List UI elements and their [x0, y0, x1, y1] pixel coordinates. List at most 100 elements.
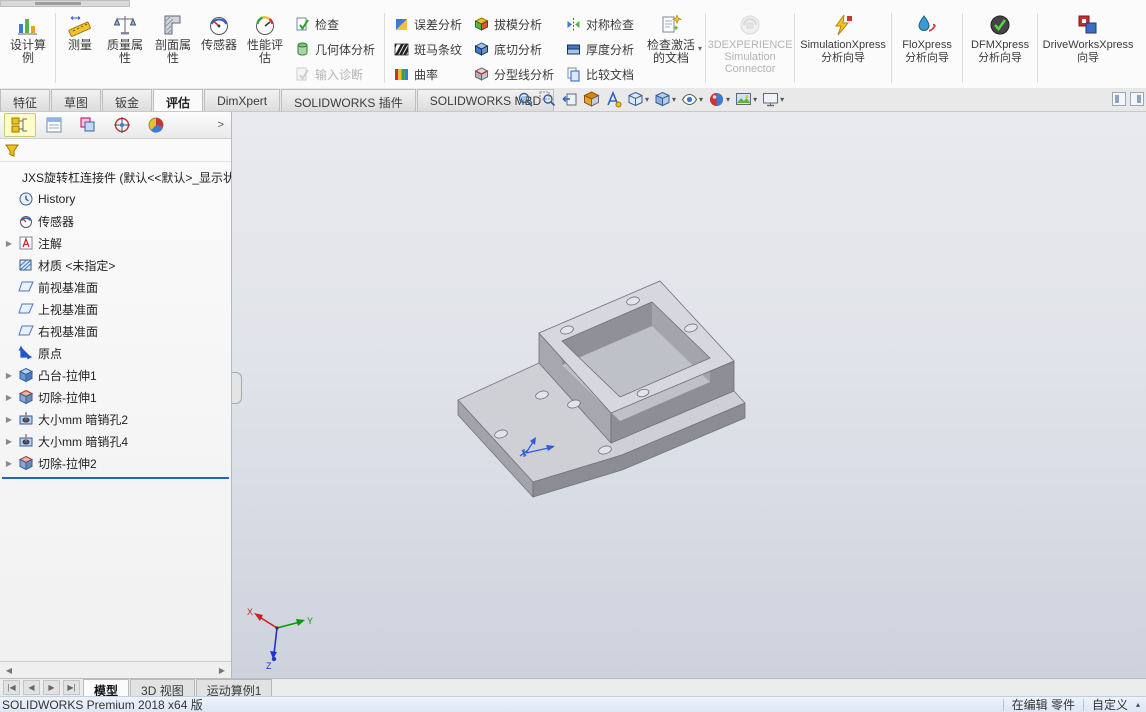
- check-button[interactable]: 检查: [291, 12, 379, 36]
- tree-item-hole-wizard4[interactable]: ▶ 大小mm 暗销孔4: [0, 430, 231, 452]
- caret-down-icon: ▾: [753, 95, 758, 104]
- part-3d-model[interactable]: [457, 280, 746, 498]
- expand-arrow-icon[interactable]: ▶: [4, 239, 14, 248]
- sensor-button[interactable]: 传感器: [197, 9, 241, 54]
- tree-item-cut-extrude2[interactable]: ▶ 切除-拉伸2: [0, 452, 231, 474]
- expand-left-pane-icon[interactable]: [1112, 92, 1126, 106]
- tree-item-origin[interactable]: 原点: [0, 342, 231, 364]
- property-manager-icon: [46, 117, 62, 133]
- performance-evaluation-button[interactable]: 性能评估: [241, 9, 289, 67]
- tab-sketch[interactable]: 草图: [51, 89, 102, 111]
- tab-features[interactable]: 特征: [0, 89, 51, 111]
- experience-connector-button[interactable]: 3DEXPERIENCE Simulation Connector: [708, 9, 793, 77]
- tab-feature-manager[interactable]: [4, 113, 36, 137]
- tab-model[interactable]: 模型: [83, 679, 130, 698]
- experience-connector-icon: [740, 15, 760, 35]
- view-orientation-button[interactable]: ▾: [626, 90, 650, 109]
- dynamic-annotation-button[interactable]: [604, 90, 623, 109]
- previous-tab-button[interactable]: ◀: [23, 680, 40, 695]
- tab-evaluate[interactable]: 评估: [153, 89, 204, 111]
- tree-item-history[interactable]: History: [0, 188, 231, 210]
- top-mini-scrollbar-thumb[interactable]: [35, 2, 81, 5]
- deviation-analysis-button[interactable]: 误差分析: [390, 12, 466, 36]
- design-study-button[interactable]: 设计算例: [4, 9, 52, 67]
- tree-filter-row[interactable]: [0, 139, 231, 162]
- tree-item-hole-wizard2[interactable]: ▶ 大小mm 暗销孔2: [0, 408, 231, 430]
- panel-expand-chevron[interactable]: >: [215, 119, 227, 131]
- dfmxpress-button[interactable]: DFMXpress 分析向导: [966, 9, 1034, 67]
- mass-properties-button[interactable]: 质量属性: [101, 9, 149, 67]
- tree-item-material[interactable]: 材质 <未指定>: [0, 254, 231, 276]
- customize-button[interactable]: 自定义: [1092, 696, 1128, 712]
- display-style-button[interactable]: ▾: [653, 90, 677, 109]
- previous-view-button[interactable]: [560, 90, 579, 109]
- scroll-right-icon[interactable]: ▶: [215, 666, 229, 675]
- expand-arrow-icon[interactable]: ▶: [4, 459, 14, 468]
- tree-item-boss-extrude1[interactable]: ▶ 凸台-拉伸1: [0, 364, 231, 386]
- compare-documents-button[interactable]: 比较文档: [562, 62, 638, 86]
- edit-appearance-icon: [710, 93, 724, 106]
- import-diagnostics-button[interactable]: 输入诊断: [291, 62, 379, 86]
- tab-dimxpert[interactable]: DimXpert: [204, 89, 281, 111]
- expand-arrow-icon[interactable]: ▶: [4, 437, 14, 446]
- parting-line-analysis-button[interactable]: 分型线分析: [470, 62, 558, 86]
- undercut-analysis-icon: [474, 41, 489, 56]
- last-tab-button[interactable]: ▶|: [63, 680, 80, 695]
- tree-item-cut-extrude1[interactable]: ▶ 切除-拉伸1: [0, 386, 231, 408]
- panel-horizontal-scrollbar[interactable]: ◀ ▶: [0, 661, 231, 678]
- tab-motion-study1[interactable]: 运动算例1: [195, 679, 273, 698]
- floxpress-icon: [918, 15, 936, 32]
- curvature-button[interactable]: 曲率: [390, 62, 466, 86]
- floxpress-button[interactable]: FloXpress 分析向导: [895, 9, 959, 67]
- tab-display-manager[interactable]: [140, 113, 172, 137]
- graphics-viewport[interactable]: X Y Z: [232, 112, 1146, 678]
- measure-button[interactable]: 测量: [59, 9, 101, 54]
- section-view-button[interactable]: [582, 90, 601, 109]
- check-active-document-button[interactable]: 检查激活的文档 ▾: [640, 9, 702, 67]
- section-properties-button[interactable]: 剖面属性: [149, 9, 197, 67]
- tab-dimxpert-manager[interactable]: [106, 113, 138, 137]
- top-mini-scrollbar[interactable]: [0, 0, 130, 7]
- deviation-analysis-icon: [396, 18, 408, 30]
- edit-appearance-button[interactable]: ▾: [707, 90, 731, 109]
- hide-show-items-button[interactable]: ▾: [680, 90, 704, 109]
- zoom-fit-button[interactable]: [516, 90, 535, 109]
- apply-scene-button[interactable]: ▾: [734, 90, 758, 109]
- tree-item-top-plane[interactable]: 上视基准面: [0, 298, 231, 320]
- first-tab-button[interactable]: |◀: [3, 680, 20, 695]
- tab-solidworks-addins[interactable]: SOLIDWORKS 插件: [281, 89, 416, 111]
- zoom-area-button[interactable]: [538, 90, 557, 109]
- thickness-analysis-button[interactable]: 厚度分析: [562, 37, 638, 61]
- tree-root-item[interactable]: JXS旋转杠连接件 (默认<<默认>_显示状: [0, 166, 231, 188]
- view-settings-button[interactable]: ▾: [761, 90, 785, 109]
- next-tab-button[interactable]: ▶: [43, 680, 60, 695]
- tree-item-right-plane[interactable]: 右视基准面: [0, 320, 231, 342]
- panel-splitter-handle[interactable]: [232, 372, 242, 404]
- expand-arrow-icon[interactable]: ▶: [4, 393, 14, 402]
- geometry-analysis-label: 几何体分析: [315, 42, 376, 57]
- geometry-analysis-button[interactable]: 几何体分析: [291, 37, 379, 61]
- rollback-bar[interactable]: [2, 477, 229, 479]
- tab-3d-views[interactable]: 3D 视图: [130, 679, 195, 698]
- material-icon: [19, 259, 32, 271]
- zebra-stripes-button[interactable]: 斑马条纹: [390, 37, 466, 61]
- undercut-analysis-button[interactable]: 底切分析: [470, 37, 558, 61]
- draft-analysis-button[interactable]: 拔模分析: [470, 12, 558, 36]
- ribbon-separator: [384, 13, 386, 83]
- tab-property-manager[interactable]: [38, 113, 70, 137]
- simulationxpress-button[interactable]: SimulationXpress 分析向导: [798, 9, 888, 67]
- tab-sheet-metal[interactable]: 钣金: [102, 89, 153, 111]
- driveworksxpress-button[interactable]: DriveWorksXpress 向导: [1041, 9, 1135, 67]
- expand-arrow-icon[interactable]: ▶: [4, 371, 14, 380]
- tab-configuration-manager[interactable]: [72, 113, 104, 137]
- expand-arrow-icon[interactable]: ▶: [4, 415, 14, 424]
- expand-right-pane-icon[interactable]: [1130, 92, 1144, 106]
- symmetry-check-button[interactable]: 对称检查: [562, 12, 638, 36]
- tree-item-sensors[interactable]: 传感器: [0, 210, 231, 232]
- caret-down-icon: ▾: [645, 95, 650, 104]
- ribbon-separator: [891, 13, 893, 83]
- parting-line-analysis-icon: [474, 66, 489, 81]
- scroll-left-icon[interactable]: ◀: [2, 666, 16, 675]
- tree-item-front-plane[interactable]: 前视基准面: [0, 276, 231, 298]
- tree-item-annotations[interactable]: ▶ 注解: [0, 232, 231, 254]
